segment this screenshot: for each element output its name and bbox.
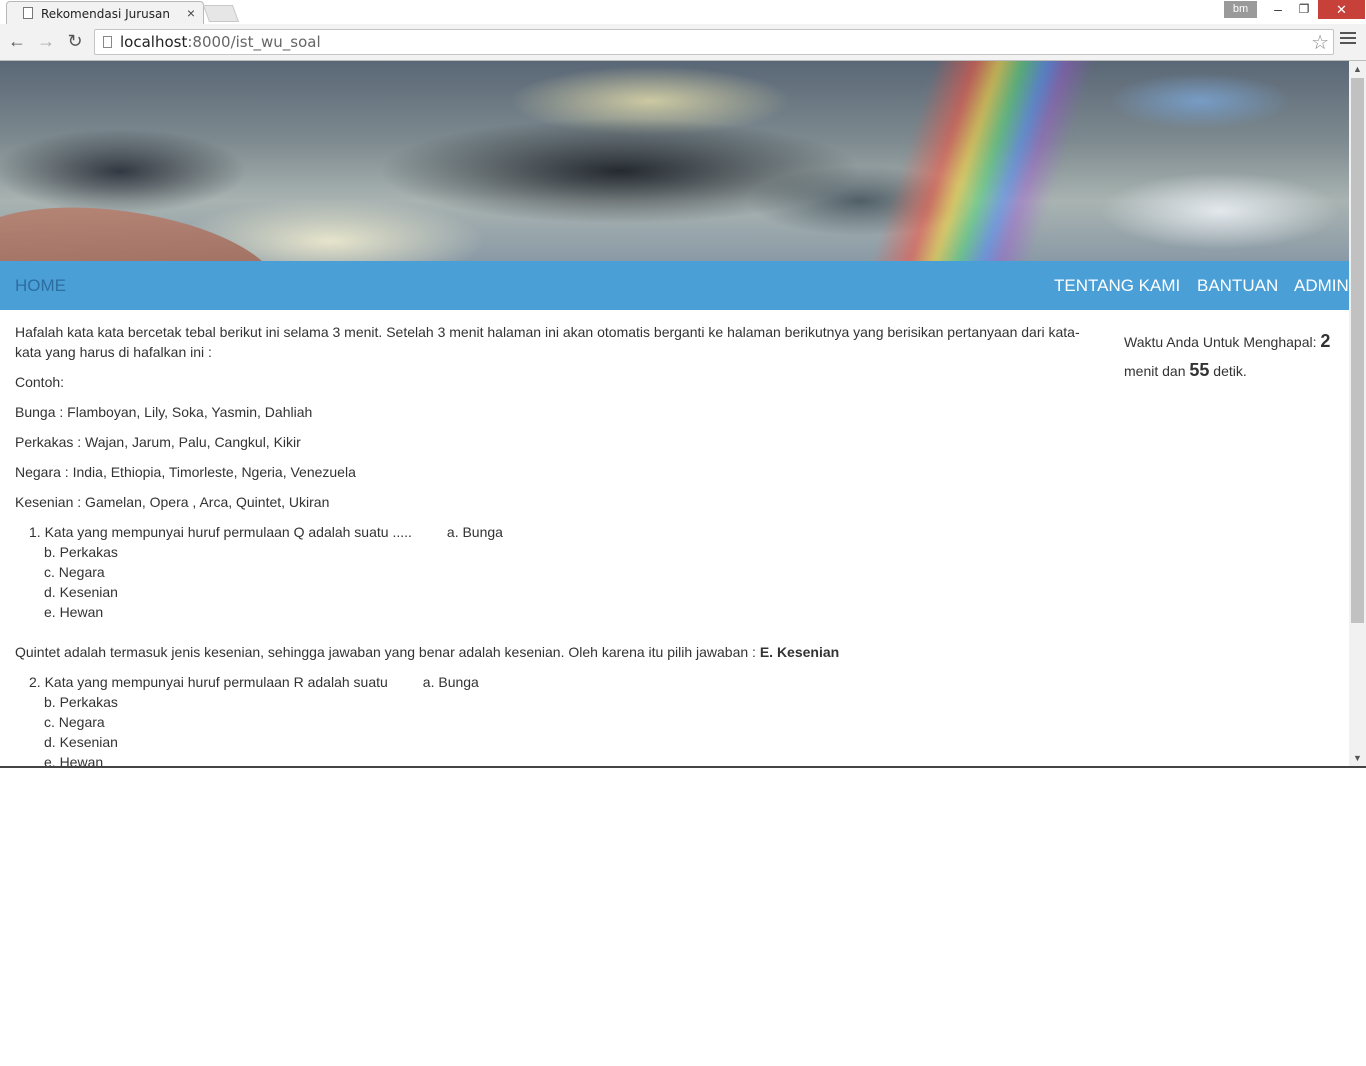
nav-home-link[interactable]: HOME [15,276,66,296]
close-tab-icon[interactable]: × [187,5,195,21]
vertical-scrollbar[interactable]: ▲ ▼ [1349,61,1366,767]
close-window-button[interactable]: ✕ [1318,0,1365,19]
page-icon [103,36,112,48]
timer-label: Waktu Anda Untuk Menghapal: [1124,334,1317,350]
viewport-bottom-border [0,766,1366,768]
question-1-option-b: b. Perkakas [44,544,118,560]
page-viewport: HOME TENTANG KAMI BANTUAN ADMIN Hafalah … [0,61,1366,767]
header-banner-image [0,61,1349,261]
scroll-down-arrow-icon[interactable]: ▼ [1349,750,1366,767]
timer-seconds: 55 [1189,360,1210,380]
banner-rainbow [857,61,1103,261]
question-2-option-d: d. Kesenian [44,734,118,750]
maximize-button[interactable]: ❐ [1292,0,1316,18]
question-2: 2. Kata yang mempunyai huruf permulaan R… [15,672,1105,767]
question-2-text: 2. Kata yang mempunyai huruf permulaan R… [29,674,479,690]
reload-button[interactable]: ↻ [64,30,86,52]
example-label: Contoh: [15,374,65,390]
nav-admin-link[interactable]: ADMIN [1294,276,1349,296]
browser-menu-icon[interactable] [1340,32,1356,48]
page-icon [23,7,33,19]
explanation-answer: E. Kesenian [759,644,840,660]
nav-about-link[interactable]: TENTANG KAMI [1054,276,1180,296]
category-negara: Negara : India, Ethiopia, Timorleste, Ng… [15,464,356,480]
tab-title: Rekomendasi Jurusan [41,7,170,21]
timer-panel: Waktu Anda Untuk Menghapal: 2 menit dan … [1124,327,1344,385]
forward-button[interactable]: → [35,30,57,52]
question-2-option-b: b. Perkakas [44,694,118,710]
minimize-button[interactable]: – [1268,0,1288,18]
category-bunga: Bunga : Flamboyan, Lily, Soka, Yasmin, D… [15,404,313,420]
new-tab-button[interactable] [202,5,240,22]
browser-toolbar: ← → ↻ localhost:8000/ist_wu_soal ☆ [0,24,1366,61]
timer-seconds-label: detik. [1213,363,1247,379]
question-1: 1. Kata yang mempunyai huruf permulaan Q… [15,522,1105,622]
browser-tab[interactable]: Rekomendasi Jurusan × [6,1,204,24]
scroll-up-arrow-icon[interactable]: ▲ [1349,61,1366,78]
question-1-option-e: e. Hewan [44,604,104,620]
timer-minutes: 2 [1320,331,1331,351]
explanation-text: Quintet adalah termasuk jenis kesenian, … [15,644,756,660]
question-1-option-c: c. Negara [44,564,105,580]
address-bar[interactable]: localhost:8000/ist_wu_soal ☆ [94,29,1334,55]
question-1-text: 1. Kata yang mempunyai huruf permulaan Q… [29,524,503,540]
instructions-content: Hafalah kata kata bercetak tebal berikut… [15,322,1105,767]
nav-help-link[interactable]: BANTUAN [1197,276,1278,296]
category-perkakas: Perkakas : Wajan, Jarum, Palu, Cangkul, … [15,434,301,450]
main-navbar: HOME TENTANG KAMI BANTUAN ADMIN [0,261,1349,310]
url-host: localhost [120,33,188,51]
url-text[interactable]: localhost:8000/ist_wu_soal [120,33,321,51]
question-1-option-d: d. Kesenian [44,584,118,600]
timer-minutes-label: menit dan [1124,363,1186,379]
banner-hill [0,189,287,261]
scrollbar-thumb[interactable] [1351,78,1364,623]
question-2-option-e: e. Hewan [44,754,104,767]
back-button[interactable]: ← [6,30,28,52]
explanation: Quintet adalah termasuk jenis kesenian, … [15,642,1105,662]
intro-text: Hafalah kata kata bercetak tebal berikut… [15,324,1080,360]
browser-titlebar: Rekomendasi Jurusan × bm – ❐ ✕ [0,0,1366,24]
user-badge[interactable]: bm [1224,1,1257,18]
category-kesenian: Kesenian : Gamelan, Opera , Arca, Quinte… [15,494,330,510]
url-path: :8000/ist_wu_soal [187,33,321,51]
bookmark-star-icon[interactable]: ☆ [1311,30,1329,55]
question-2-option-c: c. Negara [44,714,105,730]
